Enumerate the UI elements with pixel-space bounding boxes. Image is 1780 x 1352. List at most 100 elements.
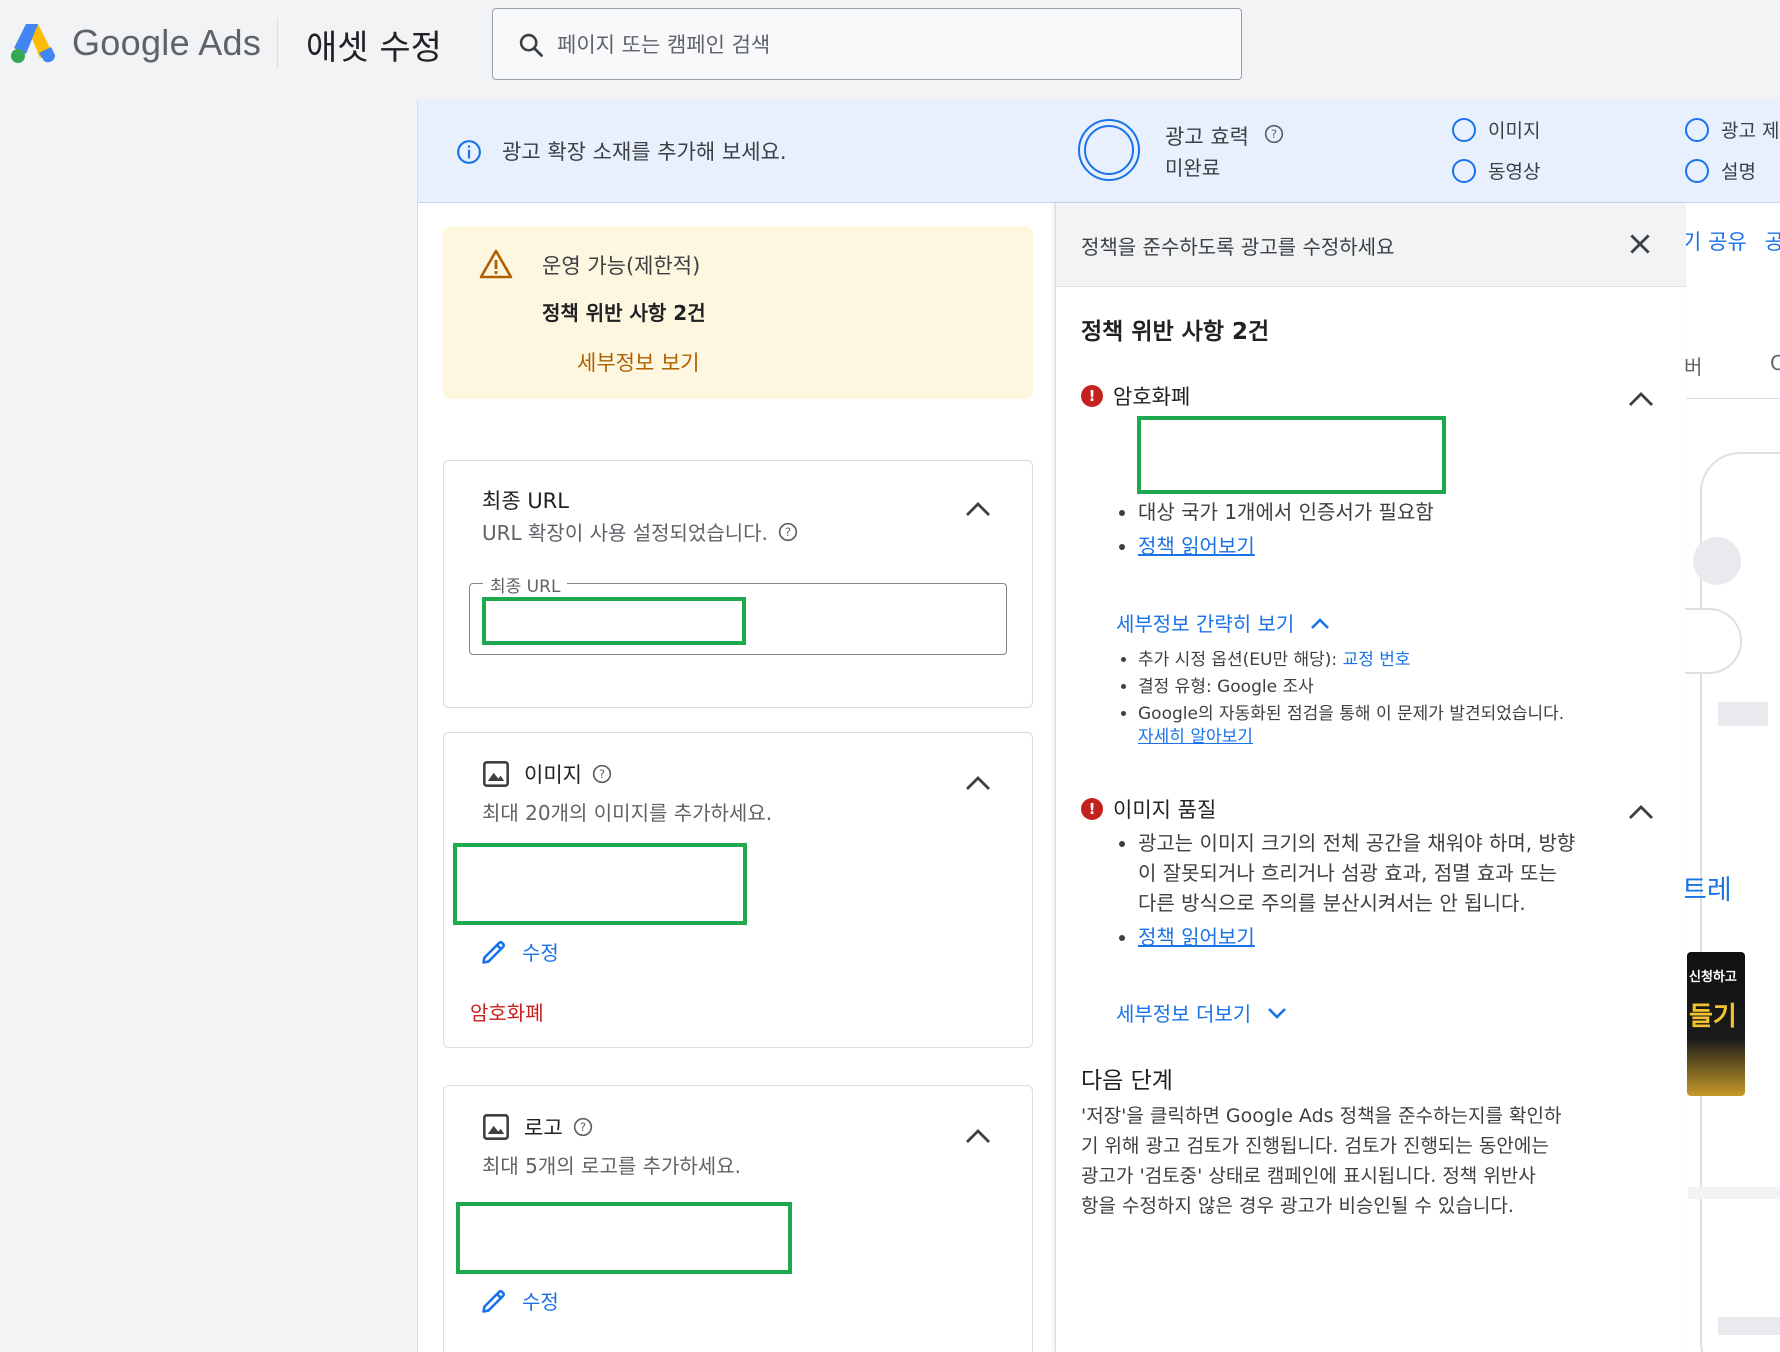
preview-image-thumbnail: 신청하고 들기 (1687, 952, 1745, 1096)
redacted-url-value (482, 597, 746, 645)
view-details-link[interactable]: 세부정보 보기 (577, 347, 700, 377)
ad-strength-indicator (1078, 119, 1140, 181)
policy-issue-crypto-details: 추가 시정 옵션(EU만 해당): 교정 번호 결정 유형: Google 조사… (1138, 649, 1658, 753)
checklist-circle-icon (1685, 117, 1709, 142)
policy-text-line: 광고는 이미지 크기의 전체 공간을 채워야 하며, 방향 (1138, 831, 1576, 855)
preview-headline-fragment: 트레 (1682, 875, 1732, 906)
image-icon (483, 1114, 509, 1140)
policy-issue-image-quality-list: 광고는 이미지 크기의 전체 공간을 채워야 하며, 방향이 잘못되거나 흐리거… (1138, 828, 1668, 956)
logo-title: 로고 ? (482, 1112, 593, 1142)
image-icon (483, 761, 509, 787)
preview-tab[interactable]: 버 (1684, 351, 1702, 380)
policy-violation-count: 정책 위반 사항 2건 (1081, 319, 1270, 345)
edit-pencil-icon (482, 1289, 506, 1313)
chevron-up-icon[interactable] (964, 773, 992, 793)
checklist-circle-icon (1452, 117, 1476, 142)
search-icon (519, 33, 543, 57)
final-url-field-label: 최종 URL (483, 572, 568, 597)
svg-text:?: ? (1271, 127, 1277, 141)
next-steps-title: 다음 단계 (1081, 1068, 1173, 1094)
preview-thumb-text-2: 들기 (1689, 1002, 1737, 1032)
svg-text:?: ? (580, 1120, 586, 1134)
final-url-subtitle-text: URL 확장이 사용 설정되었습니다. (482, 521, 768, 545)
chevron-up-icon[interactable] (1627, 389, 1655, 409)
logo-title-text: 로고 (524, 1116, 563, 1140)
read-policy-link[interactable]: 정책 읽어보기 (1138, 534, 1255, 558)
checklist-item-descriptions: 설명 (1685, 157, 1756, 184)
redacted-logo-thumbnail (456, 1202, 792, 1274)
image-violation-label: 암호화폐 (470, 1001, 544, 1025)
policy-side-panel: 정책을 준수하도록 광고를 수정하세요 정책 위반 사항 2건 ! 암호화폐 대… (1055, 203, 1686, 1352)
final-url-subtitle: URL 확장이 사용 설정되었습니다. ? (482, 517, 798, 546)
help-icon[interactable]: ? (778, 522, 798, 542)
redacted-issue-content (1137, 416, 1446, 494)
close-icon[interactable] (1627, 231, 1653, 257)
chevron-up-icon[interactable] (964, 1126, 992, 1146)
warning-icon (479, 249, 513, 279)
policy-detail-item: Google의 자동화된 점검을 통해 이 문제가 발견되었습니다. 자세히 알아… (1138, 703, 1658, 749)
search-input[interactable] (557, 27, 1217, 63)
help-icon[interactable]: ? (592, 764, 612, 784)
chevron-up-icon[interactable] (1627, 802, 1655, 822)
checklist-circle-icon (1685, 158, 1709, 183)
redacted-image-thumbnail (453, 843, 747, 925)
checklist-label: 동영상 (1488, 161, 1541, 183)
next-steps-body: '저장'을 클릭하면 Google Ads 정책을 준수하는지를 확인하 기 위… (1081, 1101, 1641, 1221)
collapse-details-label: 세부정보 간략히 보기 (1116, 612, 1295, 636)
policy-issue-bullet: 광고는 이미지 크기의 전체 공간을 채워야 하며, 방향이 잘못되거나 흐리거… (1138, 828, 1668, 918)
images-title-text: 이미지 (524, 763, 582, 787)
brand-name: Google Ads (72, 22, 262, 63)
banner-info-text: 광고 확장 소재를 추가해 보세요. (502, 140, 787, 164)
policy-text-line: 이 잘못되거나 흐리거나 섬광 효과, 점멸 효과 또는 (1138, 861, 1557, 885)
policy-issue-bullet: 대상 국가 1개에서 인증서가 필요함 (1138, 497, 1658, 527)
checklist-item-images: 이미지 (1452, 116, 1540, 143)
policy-detail-item: 추가 시정 옵션(EU만 해당): 교정 번호 (1138, 649, 1658, 672)
policy-issue-title: 암호화폐 (1113, 385, 1191, 409)
preview-thumb-text: 신청하고 (1689, 970, 1737, 985)
ad-strength-label: 광고 효력 (1165, 125, 1249, 149)
checklist-label: 이미지 (1488, 120, 1541, 142)
chevron-up-icon[interactable] (964, 499, 992, 519)
collapse-details-toggle[interactable]: 세부정보 간략히 보기 (1116, 608, 1330, 637)
next-steps-line: 광고가 '검토중' 상태로 캠페인에 표시됩니다. 정책 위반사 (1081, 1165, 1536, 1187)
ad-strength-banner: 광고 확장 소재를 추가해 보세요. 광고 효력 ? 미완료 이미지 동영상 광… (418, 99, 1780, 203)
edit-images-button[interactable]: 수정 (480, 937, 559, 966)
final-url-field[interactable]: 최종 URL (469, 572, 1007, 655)
policy-detail-item: 결정 유형: Google 조사 (1138, 676, 1658, 699)
google-ads-logo[interactable] (8, 20, 56, 64)
checklist-item-headlines: 광고 제 (1685, 116, 1779, 143)
logo-card: 로고 ? 최대 5개의 로고를 추가하세요. 수정 (443, 1085, 1033, 1352)
policy-detail-text: Google의 자동화된 점검을 통해 이 문제가 발견되었습니다. (1138, 704, 1565, 724)
correction-number-link[interactable]: 교정 번호 (1343, 650, 1411, 670)
expand-details-toggle[interactable]: 세부정보 더보기 (1116, 998, 1287, 1027)
preview-divider (1688, 1187, 1780, 1199)
policy-detail-text: 추가 시정 옵션(EU만 해당): (1138, 650, 1343, 670)
chevron-up-icon (1311, 617, 1330, 629)
error-icon: ! (1081, 798, 1103, 820)
images-subtitle: 최대 20개의 이미지를 추가하세요. (482, 801, 773, 825)
preview-tab-2[interactable]: C (1770, 351, 1780, 375)
svg-text:?: ? (785, 525, 791, 539)
read-policy-link[interactable]: 정책 읽어보기 (1138, 925, 1255, 949)
policy-issue-bullet: 정책 읽어보기 (1138, 922, 1668, 952)
svg-text:?: ? (599, 767, 605, 781)
share-preview-link[interactable]: 기 공유 공 (1682, 226, 1780, 256)
preview-placeholder-bar (1718, 702, 1768, 726)
learn-more-link[interactable]: 자세히 알아보기 (1138, 727, 1253, 747)
policy-panel-title: 정책을 준수하도록 광고를 수정하세요 (1081, 235, 1395, 259)
policy-issue-crypto-list: 대상 국가 1개에서 인증서가 필요함 정책 읽어보기 (1138, 497, 1658, 565)
edit-logo-button[interactable]: 수정 (480, 1286, 559, 1315)
search-box[interactable] (492, 8, 1242, 80)
logo-subtitle: 최대 5개의 로고를 추가하세요. (482, 1154, 741, 1178)
policy-status-card: 운영 가능(제한적) 정책 위반 사항 2건 세부정보 보기 (443, 226, 1033, 399)
top-app-bar: Google Ads 애셋 수정 (0, 0, 1780, 98)
policy-issue-crypto: ! 암호화폐 (1081, 381, 1190, 411)
preview-avatar (1693, 537, 1741, 585)
help-icon[interactable]: ? (573, 1117, 593, 1137)
help-icon[interactable]: ? (1264, 124, 1284, 144)
preview-tab-divider (1686, 398, 1780, 399)
preview-placeholder-bar-2 (1718, 1317, 1780, 1335)
info-icon (457, 140, 481, 164)
edit-pencil-icon (482, 940, 506, 964)
policy-text-line: 다른 방식으로 주의를 분산시켜서는 안 됩니다. (1138, 891, 1526, 915)
